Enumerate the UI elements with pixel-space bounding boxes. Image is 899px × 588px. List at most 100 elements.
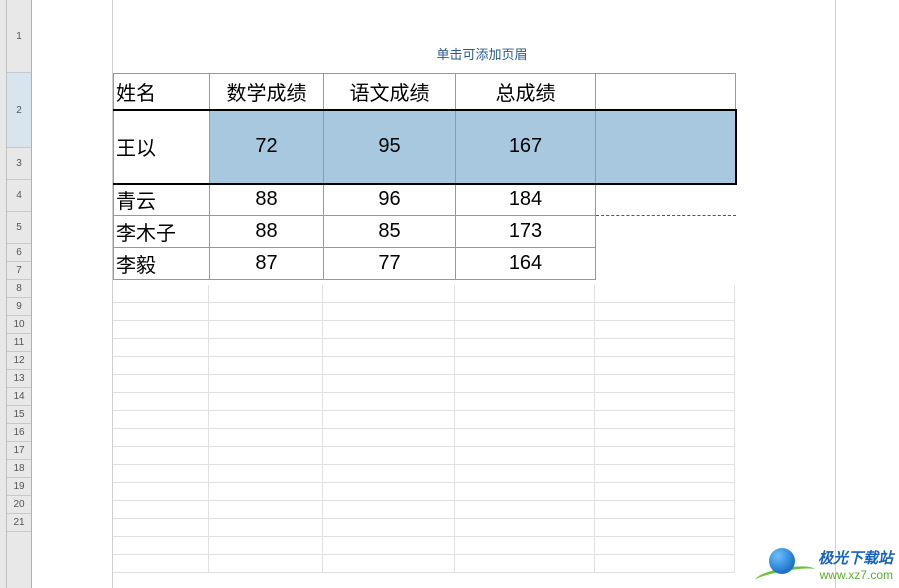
row-header[interactable]: 1	[7, 0, 31, 73]
cell-empty[interactable]	[596, 216, 736, 248]
row-number: 16	[13, 427, 24, 438]
score-table: 姓名 数学成绩 语文成绩 总成绩 王以 72 95 167 青云 88 96 1…	[113, 73, 737, 280]
row-header[interactable]: 16	[7, 424, 31, 442]
page-sheet: 单击可添加页眉 姓名 数学成绩 语文成绩 总成绩 王以 72 95 167 青云…	[112, 0, 852, 588]
cell-chinese[interactable]: 85	[324, 216, 456, 248]
cell-chinese[interactable]: 77	[324, 248, 456, 280]
header-math[interactable]: 数学成绩	[210, 74, 324, 110]
grid-row[interactable]	[113, 339, 735, 357]
watermark-url: www.xz7.com	[818, 568, 893, 584]
row-header-column: 1 2 3 4 5 6 7 8 9 10 11 12 13 14 15 16 1	[7, 0, 32, 588]
grid-row[interactable]	[113, 501, 735, 519]
row-header[interactable]: 19	[7, 478, 31, 496]
row-header[interactable]: 3	[7, 148, 31, 180]
watermark-title: 极光下载站	[818, 549, 893, 569]
row-header[interactable]: 4	[7, 180, 31, 212]
row-header[interactable]: 18	[7, 460, 31, 478]
row-number: 9	[16, 301, 22, 312]
watermark-globe-icon	[769, 548, 795, 574]
header-chinese[interactable]: 语文成绩	[324, 74, 456, 110]
row-number: 6	[16, 247, 22, 258]
row-header[interactable]: 11	[7, 334, 31, 352]
table-row: 李木子 88 85 173	[114, 216, 736, 248]
row-header-selected[interactable]: 2	[7, 73, 31, 148]
row-header[interactable]: 6	[7, 244, 31, 262]
row-number: 10	[13, 319, 24, 330]
header-hint-text: 单击可添加页眉	[436, 47, 527, 62]
row-number: 13	[13, 373, 24, 384]
row-header[interactable]: 7	[7, 262, 31, 280]
cell-math[interactable]: 88	[210, 216, 324, 248]
row-header[interactable]: 12	[7, 352, 31, 370]
table-header-row: 姓名 数学成绩 语文成绩 总成绩	[114, 74, 736, 110]
grid-row[interactable]	[113, 537, 735, 555]
cell-chinese[interactable]: 96	[324, 184, 456, 216]
grid-row[interactable]	[113, 429, 735, 447]
header-name[interactable]: 姓名	[114, 74, 210, 110]
row-header[interactable]: 17	[7, 442, 31, 460]
grid-row[interactable]	[113, 519, 735, 537]
grid-row[interactable]	[113, 483, 735, 501]
empty-grid	[113, 285, 735, 573]
grid-row[interactable]	[113, 303, 735, 321]
cell-empty[interactable]	[596, 110, 736, 184]
cell-name[interactable]: 李木子	[114, 216, 210, 248]
row-header[interactable]: 10	[7, 316, 31, 334]
table-row: 青云 88 96 184	[114, 184, 736, 216]
grid-row[interactable]	[113, 411, 735, 429]
cell-name[interactable]: 李毅	[114, 248, 210, 280]
cell-math[interactable]: 88	[210, 184, 324, 216]
row-number: 15	[13, 409, 24, 420]
row-number: 3	[16, 158, 22, 169]
cell-name[interactable]: 青云	[114, 184, 210, 216]
cell-math[interactable]: 87	[210, 248, 324, 280]
row-header[interactable]: 20	[7, 496, 31, 514]
cell-empty[interactable]	[596, 248, 736, 280]
cell-math[interactable]: 72	[210, 110, 324, 184]
row-number: 5	[16, 222, 22, 233]
row-header[interactable]: 8	[7, 280, 31, 298]
row-number: 11	[14, 337, 24, 348]
grid-row[interactable]	[113, 465, 735, 483]
grid-row[interactable]	[113, 357, 735, 375]
table-row: 王以 72 95 167	[114, 110, 736, 184]
header-empty[interactable]	[596, 74, 736, 110]
next-page-edge	[835, 0, 865, 588]
scrollbar-edge	[0, 0, 7, 588]
grid-row[interactable]	[113, 447, 735, 465]
row-number: 18	[13, 463, 24, 474]
cell-empty[interactable]	[596, 184, 736, 216]
row-number: 8	[16, 283, 22, 294]
row-number: 19	[13, 481, 24, 492]
grid-row[interactable]	[113, 393, 735, 411]
cell-name[interactable]: 王以	[114, 110, 210, 184]
row-number: 1	[16, 31, 22, 42]
cell-total[interactable]: 184	[456, 184, 596, 216]
row-number: 12	[13, 355, 24, 366]
row-number: 17	[13, 445, 24, 456]
row-number: 7	[16, 265, 22, 276]
grid-row[interactable]	[113, 321, 735, 339]
table-row: 李毅 87 77 164	[114, 248, 736, 280]
cell-chinese[interactable]: 95	[324, 110, 456, 184]
cell-total[interactable]: 164	[456, 248, 596, 280]
row-header[interactable]: 13	[7, 370, 31, 388]
header-placeholder[interactable]: 单击可添加页眉	[113, 44, 851, 63]
row-number: 4	[16, 190, 22, 201]
row-header[interactable]: 15	[7, 406, 31, 424]
row-number: 21	[13, 517, 24, 528]
row-header[interactable]: 9	[7, 298, 31, 316]
row-header[interactable]: 5	[7, 212, 31, 244]
row-number: 14	[13, 391, 24, 402]
row-header[interactable]: 14	[7, 388, 31, 406]
cell-total[interactable]: 167	[456, 110, 596, 184]
row-number: 2	[16, 105, 22, 116]
header-total[interactable]: 总成绩	[456, 74, 596, 110]
grid-row[interactable]	[113, 555, 735, 573]
grid-row[interactable]	[113, 285, 735, 303]
row-header[interactable]: 21	[7, 514, 31, 532]
worksheet-area[interactable]: 单击可添加页眉 姓名 数学成绩 语文成绩 总成绩 王以 72 95 167 青云…	[32, 0, 865, 588]
cell-total[interactable]: 173	[456, 216, 596, 248]
grid-row[interactable]	[113, 375, 735, 393]
row-number: 20	[13, 499, 24, 510]
